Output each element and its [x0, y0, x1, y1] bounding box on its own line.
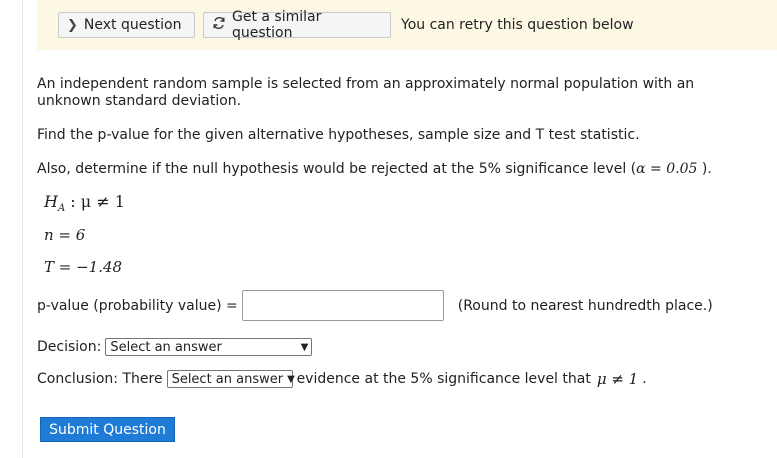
conclusion-suffix: evidence at the 5% significance level th… — [296, 371, 591, 387]
similar-question-label: Get a similar question — [232, 9, 322, 41]
decision-row: Decision: Select an answer ▼ — [37, 338, 313, 356]
pvalue-label: p-value (probability value) = — [37, 297, 238, 314]
conclusion-row: Conclusion: There Select an answer ▼ evi… — [37, 370, 647, 388]
sample-size: n = 6 — [44, 226, 86, 244]
similar-question-button[interactable]: Get a similar question — [203, 9, 391, 41]
conclusion-math: μ ≠ 1 — [596, 370, 639, 388]
retry-banner: ❯ Next question Get a similar question Y… — [37, 0, 777, 50]
page: ❯ Next question Get a similar question Y… — [0, 0, 777, 458]
chevron-down-icon: ▼ — [300, 341, 309, 353]
conclusion-prefix: Conclusion: There — [37, 371, 163, 387]
alpha-expression: α = 0.05 — [636, 161, 698, 177]
chevron-right-icon: ❯ — [67, 17, 78, 33]
test-statistic: T = −1.48 — [44, 258, 123, 276]
next-question-label: Next question — [83, 17, 182, 33]
also-prefix: Also, determine if the null hypothesis w… — [37, 161, 637, 177]
left-divider — [22, 0, 23, 458]
alternative-hypothesis: HA : μ ≠ 1 — [44, 192, 125, 214]
decision-label: Decision: — [37, 339, 102, 355]
retry-message: You can retry this question below — [401, 17, 634, 33]
ha-symbol: H — [44, 192, 58, 211]
chevron-down-icon: ▼ — [287, 373, 295, 385]
question-find: Find the p-value for the given alternati… — [37, 127, 640, 143]
submit-question-button[interactable]: Submit Question — [40, 417, 175, 442]
question-intro: An independent random sample is selected… — [37, 76, 695, 109]
pvalue-input[interactable] — [241, 290, 444, 321]
conclusion-select[interactable]: Select an answer ▼ — [166, 370, 295, 388]
question-also: Also, determine if the null hypothesis w… — [37, 161, 712, 178]
refresh-icon — [212, 16, 226, 34]
next-question-button[interactable]: ❯ Next question — [58, 12, 195, 38]
ha-rest: : μ ≠ 1 — [65, 192, 125, 211]
pvalue-row: p-value (probability value) = (Round to … — [37, 290, 713, 321]
decision-select[interactable]: Select an answer ▼ — [105, 338, 313, 356]
also-suffix: ). — [697, 161, 712, 177]
conclusion-selected-value: Select an answer — [171, 371, 284, 387]
decision-selected-value: Select an answer — [110, 339, 222, 355]
round-note: (Round to nearest hundredth place.) — [457, 297, 713, 314]
conclusion-end: . — [642, 371, 647, 387]
